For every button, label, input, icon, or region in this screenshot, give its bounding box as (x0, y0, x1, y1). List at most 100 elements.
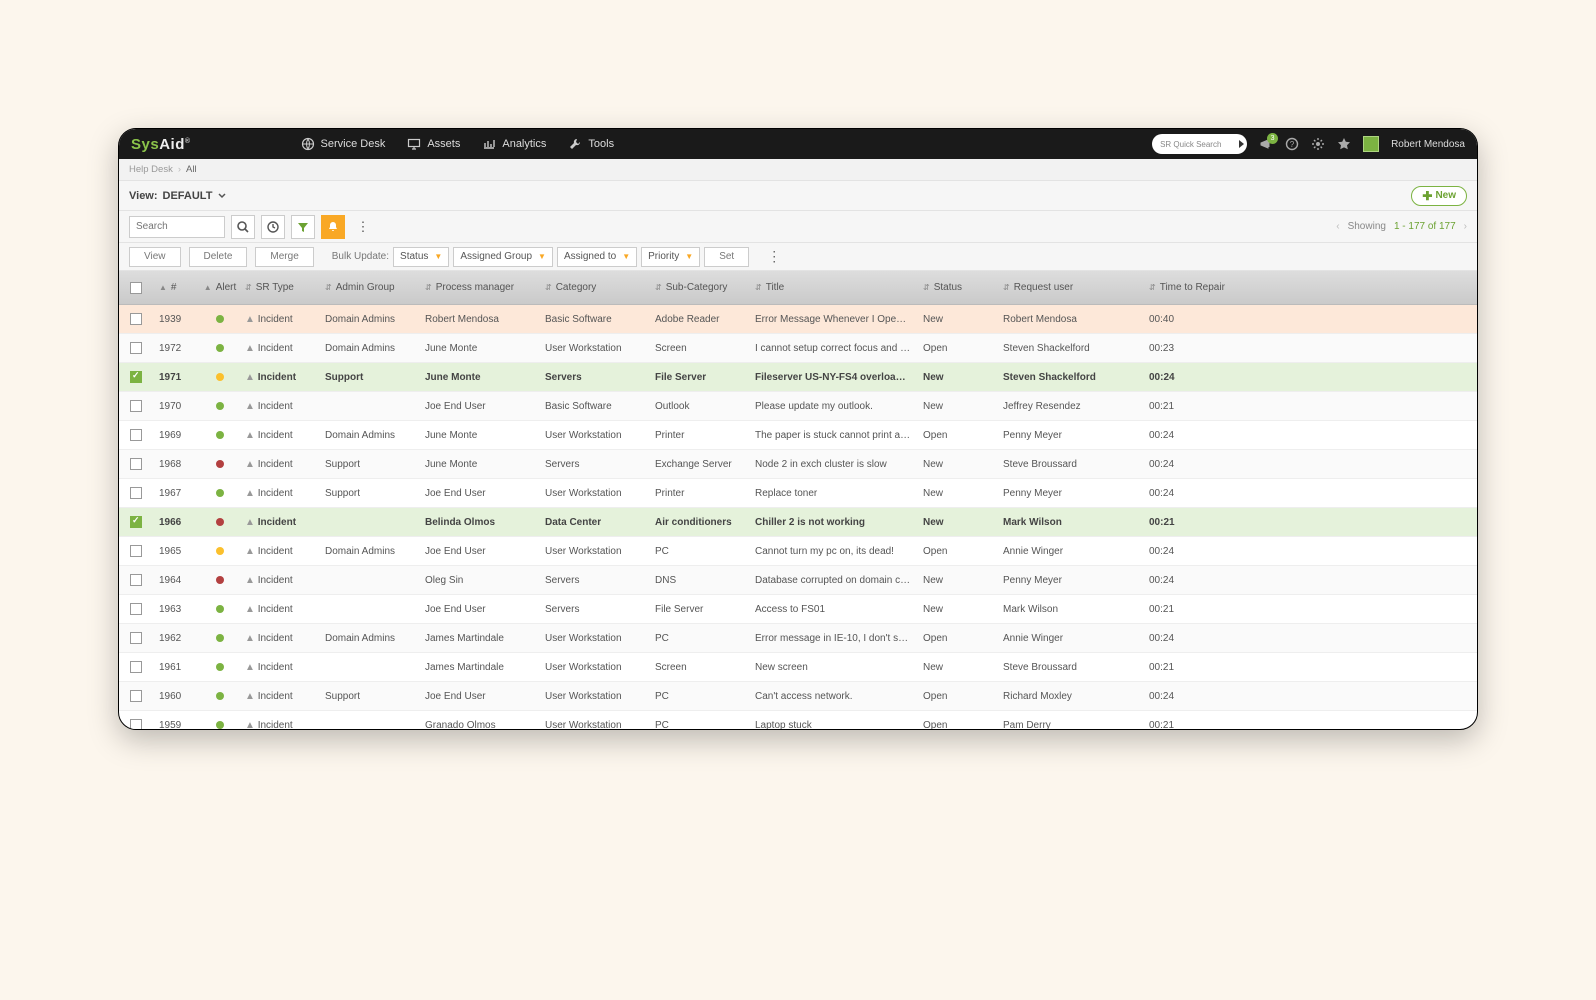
search-button[interactable] (231, 215, 255, 239)
filter-button[interactable] (291, 215, 315, 239)
row-checkbox[interactable] (130, 574, 142, 586)
row-checkbox[interactable] (130, 603, 142, 615)
row-checkbox[interactable] (130, 313, 142, 325)
table-row[interactable]: 1972▲ IncidentDomain AdminsJune MonteUse… (119, 334, 1477, 363)
table-row[interactable]: 1970▲ IncidentJoe End UserBasic Software… (119, 392, 1477, 421)
warning-icon: ▲ (245, 314, 255, 325)
table-row[interactable]: 1962▲ IncidentDomain AdminsJames Martind… (119, 624, 1477, 653)
row-process-manager: Joe End User (419, 488, 539, 499)
row-checkbox[interactable] (130, 632, 142, 644)
row-checkbox[interactable] (130, 661, 142, 673)
select-all-checkbox[interactable] (130, 282, 142, 294)
view-button[interactable]: View (129, 247, 181, 267)
col-sub-category[interactable]: ⇵Sub-Category (649, 271, 749, 304)
nav-service-desk[interactable]: Service Desk (301, 137, 386, 151)
table-row[interactable]: 1967▲ IncidentSupportJoe End UserUser Wo… (119, 479, 1477, 508)
col-id[interactable]: ▲# (153, 271, 201, 304)
col-status-label: Status (934, 282, 962, 293)
row-title: New screen (749, 662, 917, 673)
row-type-label: Incident (258, 459, 293, 470)
row-sub-category: PC (649, 633, 749, 644)
bulk-priority-dropdown[interactable]: Priority▼ (641, 247, 700, 267)
row-checkbox[interactable] (130, 371, 142, 383)
table-row[interactable]: 1961▲ IncidentJames MartindaleUser Works… (119, 653, 1477, 682)
row-process-manager: James Martindale (419, 662, 539, 673)
row-process-manager: James Martindale (419, 633, 539, 644)
col-status[interactable]: ⇵Status (917, 271, 997, 304)
status-dot-icon (216, 605, 224, 613)
row-category: User Workstation (539, 546, 649, 557)
row-alert (201, 402, 239, 410)
col-category[interactable]: ⇵Category (539, 271, 649, 304)
search-input[interactable] (129, 216, 225, 238)
col-request-user[interactable]: ⇵Request user (997, 271, 1143, 304)
quick-search[interactable]: SR Quick Search (1152, 134, 1247, 154)
alerts-button[interactable] (321, 215, 345, 239)
refresh-button[interactable] (261, 215, 285, 239)
notifications-button[interactable]: 3 (1259, 137, 1273, 151)
row-title: Can't access network. (749, 691, 917, 702)
bulk-assigned-group-dropdown[interactable]: Assigned Group▼ (453, 247, 553, 267)
page-next[interactable]: › (1464, 221, 1467, 232)
table-row[interactable]: 1971▲ IncidentSupportJune MonteServersFi… (119, 363, 1477, 392)
table-row[interactable]: 1964▲ IncidentOleg SinServersDNSDatabase… (119, 566, 1477, 595)
nav-assets[interactable]: Assets (407, 137, 460, 151)
toolbar-more-button[interactable]: ⋮ (351, 215, 375, 239)
nav-analytics[interactable]: Analytics (482, 137, 546, 151)
row-checkbox[interactable] (130, 429, 142, 441)
row-checkbox[interactable] (130, 342, 142, 354)
breadcrumb-root[interactable]: Help Desk (129, 164, 173, 175)
status-dot-icon (216, 576, 224, 584)
username-label[interactable]: Robert Mendosa (1391, 139, 1465, 150)
row-process-manager: June Monte (419, 459, 539, 470)
row-checkbox[interactable] (130, 400, 142, 412)
row-category: Basic Software (539, 401, 649, 412)
settings-button[interactable] (1311, 137, 1325, 151)
col-select[interactable] (119, 271, 153, 304)
bulk-assigned-to-dropdown[interactable]: Assigned to▼ (557, 247, 637, 267)
col-title[interactable]: ⇵Title (749, 271, 917, 304)
row-checkbox[interactable] (130, 545, 142, 557)
table-row[interactable]: 1966▲ IncidentBelinda OlmosData CenterAi… (119, 508, 1477, 537)
table-row[interactable]: 1969▲ IncidentDomain AdminsJune MonteUse… (119, 421, 1477, 450)
ticket-table[interactable]: ▲# ▲Alert ⇵SR Type ⇵Admin Group ⇵Process… (119, 271, 1477, 729)
delete-button[interactable]: Delete (189, 247, 248, 267)
row-admin-group: Domain Admins (319, 546, 419, 557)
row-checkbox[interactable] (130, 516, 142, 528)
row-sr-type: ▲ Incident (239, 691, 319, 702)
col-admin-group[interactable]: ⇵Admin Group (319, 271, 419, 304)
table-row[interactable]: 1963▲ IncidentJoe End UserServersFile Se… (119, 595, 1477, 624)
row-status: New (917, 488, 997, 499)
user-avatar[interactable] (1363, 136, 1379, 152)
row-alert (201, 605, 239, 613)
row-checkbox[interactable] (130, 690, 142, 702)
view-selector[interactable]: View: DEFAULT (129, 190, 227, 202)
col-time-to-repair[interactable]: ⇵Time to Repair (1143, 271, 1233, 304)
merge-button[interactable]: Merge (255, 247, 313, 267)
col-alert[interactable]: ▲Alert (201, 271, 239, 304)
row-sub-category: Outlook (649, 401, 749, 412)
row-checkbox[interactable] (130, 458, 142, 470)
table-row[interactable]: 1959▲ IncidentGranado OlmosUser Workstat… (119, 711, 1477, 729)
col-sr-type[interactable]: ⇵SR Type (239, 271, 319, 304)
clock-icon (266, 220, 280, 234)
col-process-manager[interactable]: ⇵Process manager (419, 271, 539, 304)
table-row[interactable]: 1965▲ IncidentDomain AdminsJoe End UserU… (119, 537, 1477, 566)
new-button[interactable]: ✚ New (1411, 186, 1467, 206)
action-more-button[interactable]: ⋮ (767, 248, 781, 265)
page-prev[interactable]: ‹ (1336, 221, 1339, 232)
table-row[interactable]: 1968▲ IncidentSupportJune MonteServersEx… (119, 450, 1477, 479)
table-row[interactable]: 1939▲ IncidentDomain AdminsRobert Mendos… (119, 305, 1477, 334)
favorite-button[interactable] (1337, 137, 1351, 151)
row-time-to-repair: 00:21 (1143, 604, 1233, 615)
nav-tools[interactable]: Tools (568, 137, 614, 151)
row-process-manager: Oleg Sin (419, 575, 539, 586)
row-checkbox[interactable] (130, 487, 142, 499)
row-category: Servers (539, 459, 649, 470)
help-button[interactable]: ? (1285, 137, 1299, 151)
row-id: 1961 (153, 662, 201, 673)
bulk-set-button[interactable]: Set (704, 247, 749, 267)
bulk-status-dropdown[interactable]: Status▼ (393, 247, 449, 267)
row-checkbox[interactable] (130, 719, 142, 729)
table-row[interactable]: 1960▲ IncidentSupportJoe End UserUser Wo… (119, 682, 1477, 711)
